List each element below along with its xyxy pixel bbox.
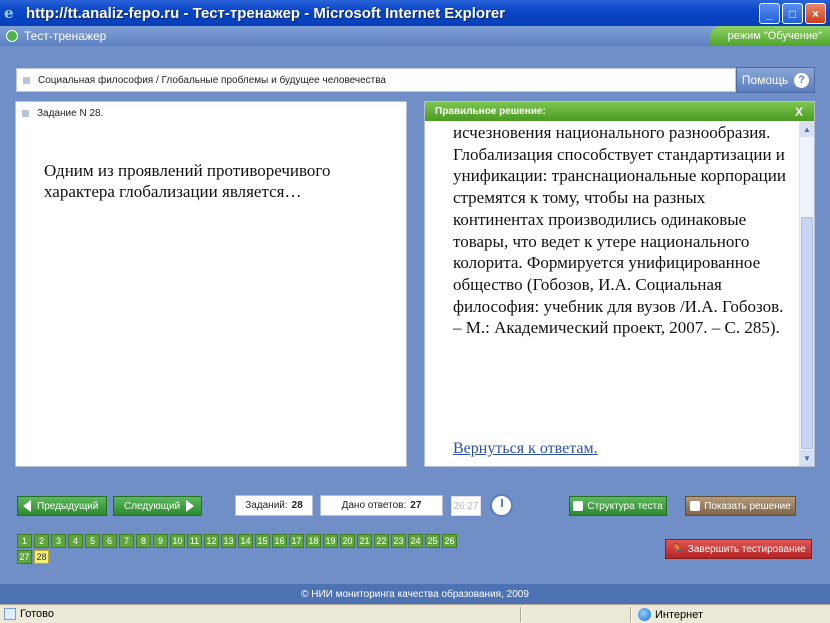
window-titlebar: e http://tt.analiz-fepo.ru - Тест-тренаж…: [0, 0, 830, 26]
solution-panel: исчезновения национального разнообразия.…: [424, 101, 815, 467]
solution-title: Правильное решение:: [435, 106, 546, 117]
page-number-25[interactable]: 25: [425, 534, 440, 548]
page-number-27[interactable]: 27: [17, 550, 32, 564]
page-number-18[interactable]: 18: [306, 534, 321, 548]
breadcrumb-text: Социальная философия / Глобальные пробле…: [38, 74, 386, 86]
tasks-count: 28: [291, 500, 303, 511]
page-number-17[interactable]: 17: [289, 534, 304, 548]
finish-label: Завершить тестирование: [687, 543, 806, 555]
help-label: Помощь: [741, 73, 789, 87]
page-number-24[interactable]: 24: [408, 534, 423, 548]
question-text: Одним из проявлений противоречивого хара…: [44, 161, 331, 201]
copyright-footer: © НИИ мониторинга качества образования, …: [0, 584, 830, 604]
answers-label: Дано ответов:: [341, 500, 407, 511]
page-number-8[interactable]: 8: [136, 534, 151, 548]
previous-button[interactable]: Предыдущий: [17, 496, 107, 516]
breadcrumb: Социальная философия / Глобальные пробле…: [16, 68, 736, 92]
solution-text: исчезновения национального разнообразия.…: [453, 123, 786, 338]
page-number-1[interactable]: 1: [17, 534, 32, 548]
finish-test-button[interactable]: 🏃 Завершить тестирование: [665, 539, 812, 559]
page-number-12[interactable]: 12: [204, 534, 219, 548]
next-label: Следующий: [124, 500, 181, 512]
solution-scrollbar[interactable]: ▲ ▼: [799, 121, 814, 466]
bullet-square-icon: [22, 109, 29, 117]
page-number-16[interactable]: 16: [272, 534, 287, 548]
page-number-4[interactable]: 4: [68, 534, 83, 548]
page-number-11[interactable]: 11: [187, 534, 202, 548]
close-window-button[interactable]: ×: [805, 3, 826, 24]
internet-explorer-icon: e: [4, 4, 14, 22]
page-number-28[interactable]: 28: [34, 550, 49, 564]
tasks-count-box: Заданий: 28: [235, 495, 313, 516]
show-solution-button[interactable]: Показать решение: [685, 496, 796, 516]
minimize-button[interactable]: _: [759, 3, 780, 24]
previous-label: Предыдущий: [37, 500, 99, 512]
help-button[interactable]: Помощь ?: [736, 67, 815, 93]
page-number-15[interactable]: 15: [255, 534, 270, 548]
page-number-19[interactable]: 19: [323, 534, 338, 548]
bullet-square-icon: [23, 76, 30, 84]
heart-icon: [690, 501, 701, 511]
close-solution-button[interactable]: X: [784, 102, 814, 121]
maximize-button[interactable]: □: [782, 3, 803, 24]
page-number-26[interactable]: 26: [442, 534, 457, 548]
back-to-answers-link[interactable]: Вернуться к ответам.: [453, 440, 598, 458]
window-controls: _ □ ×: [759, 3, 826, 24]
page-number-7[interactable]: 7: [119, 534, 134, 548]
app-name: Тест-тренажер: [24, 29, 107, 43]
browser-status-bar: Готово Интернет: [0, 604, 830, 623]
clock-icon: [490, 494, 513, 517]
runner-icon: 🏃: [671, 543, 684, 555]
scroll-down-arrow-icon[interactable]: ▼: [800, 450, 814, 466]
page-number-21[interactable]: 21: [357, 534, 372, 548]
app-logo-icon: [6, 30, 18, 42]
solution-header: Правильное решение: X: [425, 102, 814, 121]
page-done-icon: [4, 608, 16, 620]
answers-count-box: Дано ответов: 27: [320, 495, 443, 516]
arrow-right-icon: [186, 500, 195, 512]
status-separator: [520, 607, 522, 622]
mode-badge: режим "Обучение": [709, 26, 830, 46]
scroll-up-arrow-icon[interactable]: ▲: [800, 121, 814, 137]
help-question-icon: ?: [794, 72, 810, 88]
page-number-20[interactable]: 20: [340, 534, 355, 548]
answers-count: 27: [410, 500, 422, 511]
test-structure-button[interactable]: Структура теста: [569, 496, 667, 516]
page-number-5[interactable]: 5: [85, 534, 100, 548]
security-zone: Интернет: [638, 605, 703, 623]
show-solution-label: Показать решение: [704, 500, 791, 512]
next-button[interactable]: Следующий: [113, 496, 202, 516]
page-number-3[interactable]: 3: [51, 534, 66, 548]
page-number-2[interactable]: 2: [34, 534, 49, 548]
tasks-label: Заданий:: [245, 500, 288, 511]
task-number: Задание N 28.: [37, 107, 104, 119]
scroll-thumb[interactable]: [801, 217, 813, 449]
status-separator: [630, 607, 632, 622]
question-panel: Задание N 28. Одним из проявлений против…: [15, 101, 407, 467]
page-number-14[interactable]: 14: [238, 534, 253, 548]
globe-icon: [638, 608, 651, 621]
page-number-10[interactable]: 10: [170, 534, 185, 548]
structure-label: Структура теста: [587, 500, 663, 512]
page-number-22[interactable]: 22: [374, 534, 389, 548]
task-header: Задание N 28.: [16, 102, 406, 124]
zone-label: Интернет: [655, 608, 703, 621]
page-number-9[interactable]: 9: [153, 534, 168, 548]
app-header: Тест-тренажер режим "Обучение": [0, 26, 830, 46]
page-number-13[interactable]: 13: [221, 534, 236, 548]
status-text: Готово: [20, 608, 54, 620]
page-number-23[interactable]: 23: [391, 534, 406, 548]
timer-display: 26:27: [451, 496, 481, 516]
page-number-6[interactable]: 6: [102, 534, 117, 548]
arrow-left-icon: [23, 500, 31, 512]
window-title: http://tt.analiz-fepo.ru - Тест-тренажер…: [26, 4, 506, 22]
structure-icon: [573, 501, 584, 511]
